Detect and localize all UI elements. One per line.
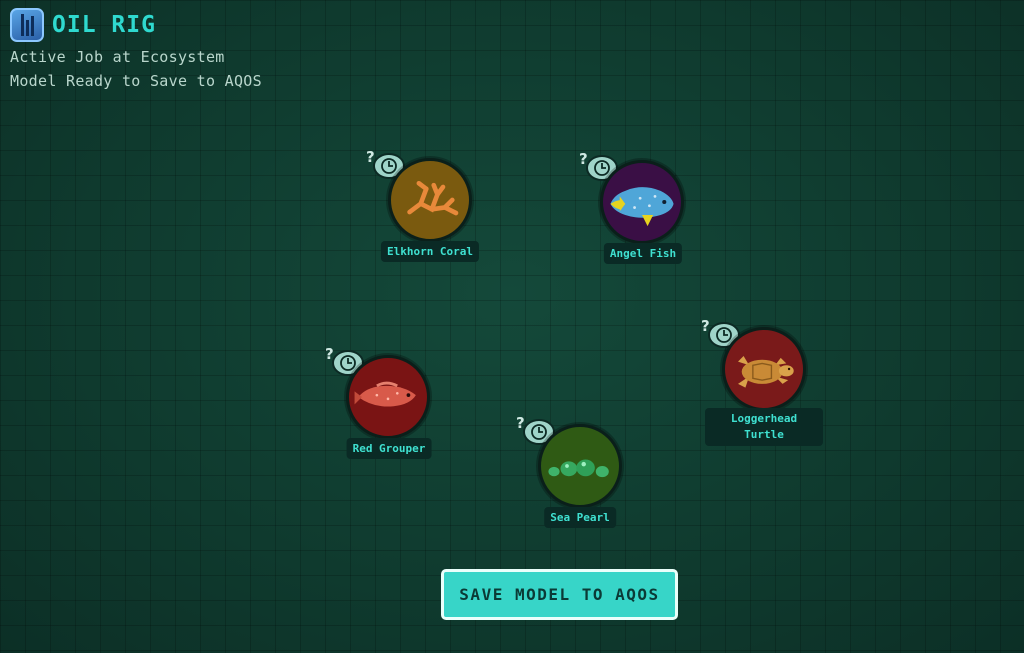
elkhorn-coral-icon	[388, 158, 472, 242]
game-board: OIL RIG Active Job at Ecosystem Model Re…	[0, 0, 1024, 653]
sea-pearl-icon	[538, 424, 622, 508]
red-grouper-icon	[346, 355, 430, 439]
angel-fish-icon	[600, 160, 684, 244]
svg-text:?: ?	[325, 345, 334, 363]
species-label: Loggerhead Turtle	[705, 408, 823, 446]
species-label: Sea Pearl	[544, 507, 616, 528]
save-model-button[interactable]: SAVE MODEL TO AQOS	[441, 569, 678, 620]
status-line-model-ready: Model Ready to Save to AQOS	[10, 72, 262, 90]
status-line-active-job: Active Job at Ecosystem	[10, 48, 225, 66]
species-label: Angel Fish	[603, 243, 683, 264]
loggerhead-turtle-icon	[722, 327, 806, 411]
title-row: OIL RIG	[10, 8, 262, 42]
page-title: OIL RIG	[52, 12, 156, 38]
species-label: Red Grouper	[346, 438, 432, 459]
svg-text:?: ?	[579, 150, 588, 168]
svg-text:?: ?	[701, 317, 710, 335]
header: OIL RIG Active Job at Ecosystem Model Re…	[10, 8, 262, 90]
svg-text:?: ?	[516, 414, 525, 432]
oil-rig-icon	[10, 8, 44, 42]
species-label: Elkhorn Coral	[380, 241, 480, 262]
svg-text:?: ?	[366, 148, 375, 166]
